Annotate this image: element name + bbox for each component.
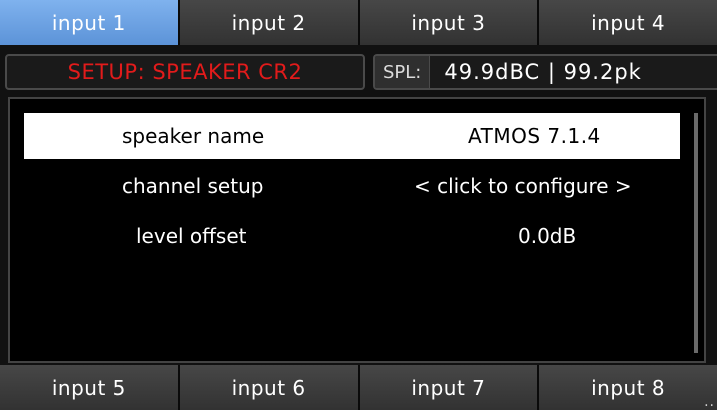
scrollbar[interactable]: [694, 113, 698, 353]
row-level-offset[interactable]: level offset 0.0dB: [24, 213, 680, 259]
configure-link[interactable]: < click to configure >: [414, 174, 680, 198]
page-title: SETUP: SPEAKER CR2: [5, 54, 365, 90]
row-value: ATMOS 7.1.4: [468, 124, 601, 148]
tab-input-3[interactable]: input 3: [359, 0, 540, 45]
spl-meter: SPL: 49.9dBC | 99.2pk: [373, 54, 717, 90]
row-label: level offset: [136, 224, 247, 248]
more-indicator: ..: [704, 394, 715, 410]
top-tab-bar: input 1 input 2 input 3 input 4: [0, 0, 717, 45]
tab-input-1[interactable]: input 1: [0, 0, 180, 45]
tab-input-4[interactable]: input 4: [539, 0, 717, 45]
tab-input-5[interactable]: input 5: [0, 365, 180, 410]
status-bar: SETUP: SPEAKER CR2 SPL: 49.9dBC | 99.2pk: [5, 53, 717, 91]
tab-label: input 8: [591, 375, 666, 400]
bottom-tab-bar: input 5 input 6 input 7 input 8 ..: [0, 365, 717, 410]
spl-label: SPL:: [375, 56, 431, 88]
tab-input-7[interactable]: input 7: [359, 365, 540, 410]
tab-input-8[interactable]: input 8 ..: [539, 365, 717, 410]
settings-panel: speaker name ATMOS 7.1.4 channel setup <…: [8, 97, 706, 363]
spl-value: 49.9dBC | 99.2pk: [444, 60, 642, 84]
tab-input-6[interactable]: input 6: [179, 365, 360, 410]
row-channel-setup[interactable]: channel setup < click to configure >: [24, 163, 680, 209]
row-value: 0.0dB: [518, 224, 577, 248]
tab-input-2[interactable]: input 2: [179, 0, 360, 45]
row-label: speaker name: [122, 124, 265, 148]
row-label: channel setup: [122, 174, 264, 198]
row-speaker-name[interactable]: speaker name ATMOS 7.1.4: [24, 113, 680, 159]
